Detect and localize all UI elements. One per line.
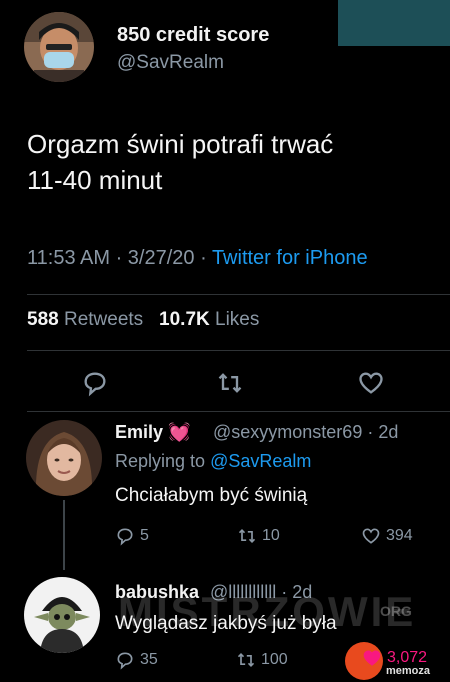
retweet-icon[interactable] [216, 369, 244, 397]
reply-text: Chciałabym być świnią [115, 485, 308, 506]
replying-to: Replying to @SavRealm [115, 451, 311, 472]
retweet-action[interactable]: 10 [237, 526, 280, 546]
like-count: 394 [386, 527, 413, 544]
reply-icon[interactable] [81, 369, 109, 397]
reply-avatar-emily[interactable] [26, 420, 102, 496]
reply-action[interactable]: 5 [115, 526, 149, 546]
main-display-name[interactable]: 850 credit score [117, 24, 269, 47]
retweet-count: 10 [262, 527, 280, 544]
retweet-icon [237, 652, 255, 668]
reply-count: 35 [140, 651, 158, 668]
tweet-stats: 588 Retweets 10.7K Likes [27, 309, 259, 331]
tweet-text-line-2: 11-40 minut [27, 165, 163, 195]
reply-handle-meta[interactable]: @sexyymonster69 · 2d [213, 422, 398, 443]
like-icon[interactable] [357, 369, 385, 397]
likes-count[interactable]: 10.7K [159, 309, 210, 330]
retweet-count: 100 [261, 651, 288, 668]
heart-emoji: 💓 [168, 422, 191, 442]
reply-icon [117, 528, 133, 546]
retweets-label[interactable]: Retweets [64, 309, 143, 330]
reply-name-text: Emily [115, 422, 164, 442]
tweet-source-link[interactable]: Twitter for iPhone [212, 247, 368, 269]
tweet-timestamp: 11:53 AM · 3/27/20 · [27, 247, 212, 269]
tweet-text: Orgazm świni potrafi trwać 11-40 minut [27, 126, 437, 198]
watermark: MISTRZOWIE [118, 588, 417, 635]
divider [27, 350, 450, 351]
thread-line [63, 500, 65, 570]
retweet-action[interactable]: 100 [236, 650, 288, 670]
avatar-image [24, 577, 100, 653]
avatar-image [26, 420, 102, 496]
retweet-icon [238, 528, 256, 544]
tweet-meta: 11:53 AM · 3/27/20 · Twitter for iPhone [27, 247, 368, 270]
reply-icon [117, 652, 133, 670]
replying-prefix: Replying to [115, 451, 211, 471]
like-action[interactable]: 394 [361, 526, 413, 546]
memoza-watermark: memoza [386, 665, 431, 677]
reply-action[interactable]: 35 [115, 650, 158, 670]
divider [27, 294, 450, 295]
reply-display-name[interactable]: Emily 💓 [115, 422, 190, 443]
main-handle[interactable]: @SavRealm [117, 52, 224, 74]
tweet-text-line-1: Orgazm świni potrafi trwać [27, 129, 334, 159]
watermark-badge: ORG [380, 603, 412, 619]
retweets-count[interactable]: 588 [27, 309, 59, 330]
like-icon [362, 528, 380, 544]
teal-corner-block [338, 0, 450, 46]
divider [27, 411, 450, 412]
main-avatar[interactable] [24, 12, 94, 82]
replying-to-link[interactable]: @SavRealm [210, 451, 311, 471]
reply-avatar-babushka[interactable] [24, 577, 100, 653]
avatar-image [24, 12, 94, 82]
likes-label[interactable]: Likes [215, 309, 259, 330]
reply-count: 5 [140, 527, 149, 544]
like-icon [363, 650, 381, 666]
